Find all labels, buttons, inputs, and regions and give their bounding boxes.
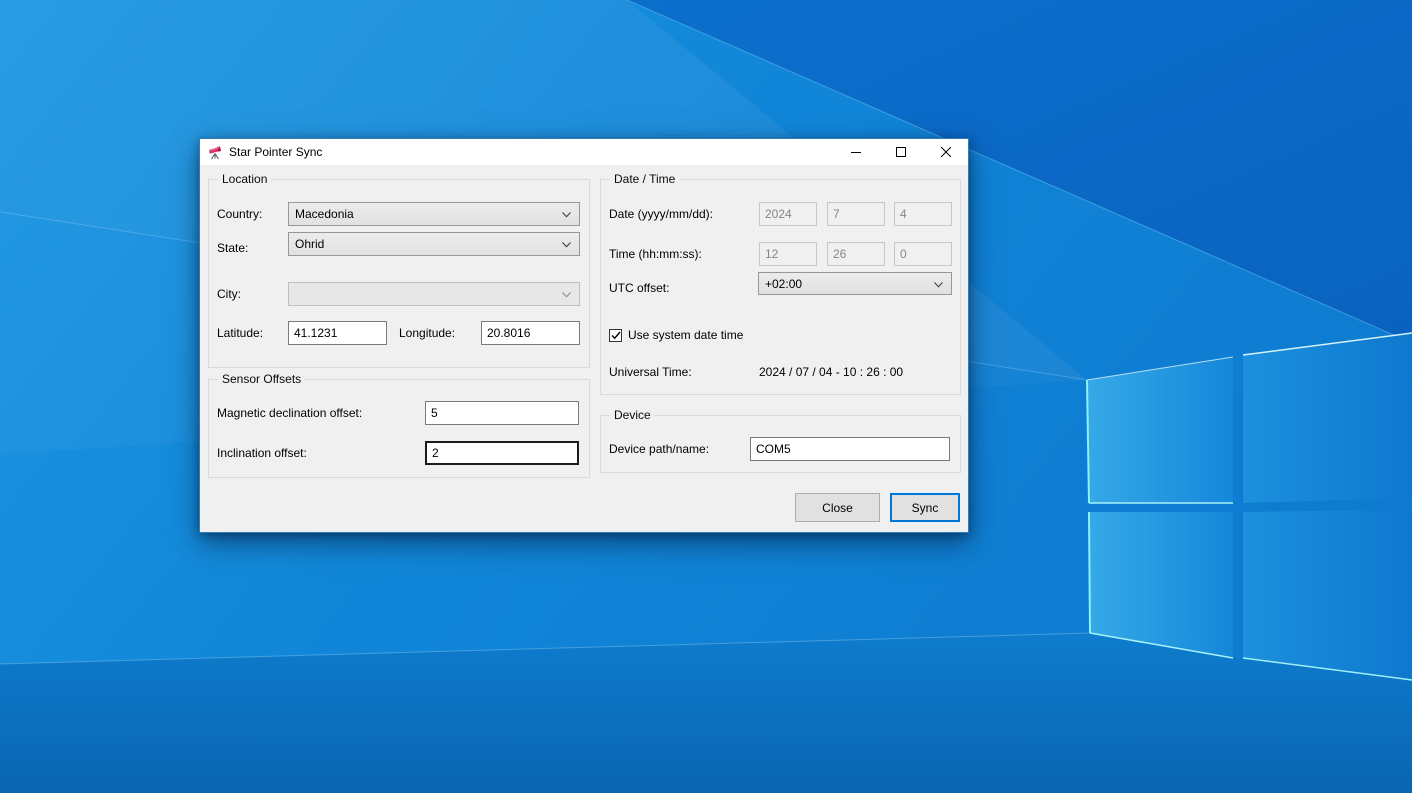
time-second-input[interactable]: [894, 242, 952, 266]
location-group-label: Location: [218, 172, 271, 186]
date-label: Date (yyyy/mm/dd):: [609, 202, 713, 226]
magnetic-offset-input[interactable]: [425, 401, 579, 425]
close-icon: [941, 147, 951, 157]
time-label: Time (hh:mm:ss):: [609, 242, 702, 266]
chevron-down-icon: [934, 282, 943, 288]
sync-button[interactable]: Sync: [890, 493, 960, 522]
utc-offset-label: UTC offset:: [609, 276, 669, 300]
chevron-down-icon: [562, 242, 571, 248]
longitude-input[interactable]: [481, 321, 580, 345]
date-year-input[interactable]: [759, 202, 817, 226]
telescope-icon: [207, 144, 223, 160]
titlebar[interactable]: Star Pointer Sync: [200, 139, 968, 165]
close-button-caption[interactable]: [923, 139, 968, 165]
time-hour-input[interactable]: [759, 242, 817, 266]
minimize-button[interactable]: [833, 139, 878, 165]
chevron-down-icon: [562, 212, 571, 218]
checkmark-icon: [611, 331, 621, 340]
magnetic-offset-label: Magnetic declination offset:: [217, 401, 362, 425]
chevron-down-icon: [562, 292, 571, 298]
universal-time-label: Universal Time:: [609, 360, 692, 384]
inclination-offset-label: Inclination offset:: [217, 441, 307, 465]
minimize-icon: [851, 147, 861, 157]
inclination-offset-input[interactable]: [425, 441, 579, 465]
datetime-group-label: Date / Time: [610, 172, 679, 186]
window-title: Star Pointer Sync: [229, 139, 322, 165]
time-minute-input[interactable]: [827, 242, 885, 266]
state-label: State:: [217, 236, 248, 260]
latitude-label: Latitude:: [217, 321, 263, 345]
state-combobox-value: Ohrid: [295, 237, 324, 251]
date-month-input[interactable]: [827, 202, 885, 226]
country-combobox[interactable]: Macedonia: [288, 202, 580, 226]
device-group-label: Device: [610, 408, 655, 422]
utc-offset-combobox[interactable]: +02:00: [758, 272, 952, 295]
latitude-input[interactable]: [288, 321, 387, 345]
date-day-input[interactable]: [894, 202, 952, 226]
universal-time-value: 2024 / 07 / 04 - 10 : 26 : 00: [759, 360, 903, 384]
desktop: Star Pointer Sync Location Country: Mace…: [0, 0, 1412, 793]
country-combobox-value: Macedonia: [295, 207, 354, 221]
country-label: Country:: [217, 202, 262, 226]
use-system-datetime-checkbox[interactable]: Use system date time: [609, 325, 743, 345]
star-pointer-sync-window: Star Pointer Sync Location Country: Mace…: [199, 138, 969, 533]
maximize-button[interactable]: [878, 139, 923, 165]
close-button[interactable]: Close: [795, 493, 880, 522]
utc-offset-combobox-value: +02:00: [765, 277, 802, 291]
device-path-input[interactable]: [750, 437, 950, 461]
sensor-offsets-group-label: Sensor Offsets: [218, 372, 305, 386]
device-path-label: Device path/name:: [609, 437, 709, 461]
city-combobox[interactable]: [288, 282, 580, 306]
checkbox-box: [609, 329, 622, 342]
use-system-datetime-label: Use system date time: [628, 328, 743, 342]
longitude-label: Longitude:: [399, 321, 455, 345]
state-combobox[interactable]: Ohrid: [288, 232, 580, 256]
maximize-icon: [896, 147, 906, 157]
city-label: City:: [217, 282, 241, 306]
